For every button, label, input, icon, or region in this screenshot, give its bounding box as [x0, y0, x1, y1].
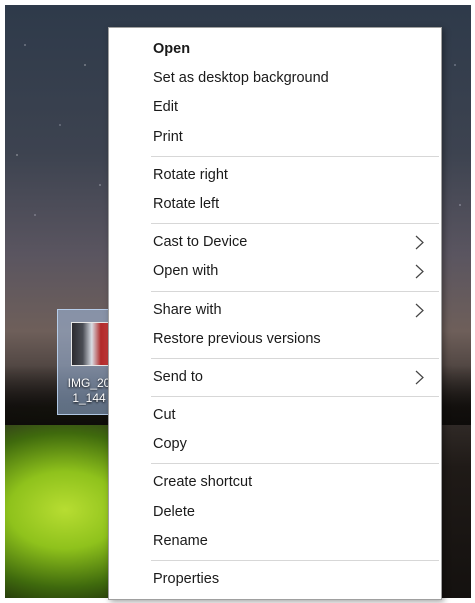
menu-item-label: Copy	[153, 436, 187, 453]
menu-item-label: Rename	[153, 532, 208, 549]
menu-item-label: Open with	[153, 263, 219, 280]
menu-item-edit[interactable]: Edit	[109, 93, 441, 122]
menu-separator	[151, 290, 439, 292]
menu-item-label: Restore previous versions	[153, 330, 321, 347]
menu-item-label: Open	[153, 41, 191, 57]
menu-item-label: Share with	[153, 301, 222, 318]
menu-item-delete[interactable]: Delete	[109, 498, 441, 527]
menu-item-label: Print	[153, 128, 183, 145]
menu-item-rotate-right[interactable]: Rotate right	[109, 161, 441, 190]
menu-item-share-with[interactable]: Share with	[109, 296, 441, 325]
menu-item-open[interactable]: Open	[109, 35, 441, 64]
menu-separator	[151, 223, 439, 225]
menu-item-open-with[interactable]: Open with	[109, 257, 441, 286]
menu-item-restore-previous-versions[interactable]: Restore previous versions	[109, 325, 441, 354]
menu-separator	[151, 463, 439, 465]
menu-separator	[151, 357, 439, 359]
chevron-right-icon	[415, 257, 429, 286]
menu-item-label: Rotate right	[153, 166, 228, 183]
menu-item-cast-to-device[interactable]: Cast to Device	[109, 228, 441, 257]
context-menu: Open Set as desktop background Edit Print Ro…	[108, 27, 442, 600]
chevron-right-icon	[415, 363, 429, 392]
menu-separator	[151, 396, 439, 398]
menu-item-label: Set as desktop background	[153, 70, 329, 87]
menu-item-create-shortcut[interactable]: Create shortcut	[109, 468, 441, 497]
menu-item-label: Rotate left	[153, 195, 220, 212]
chevron-right-icon	[415, 228, 429, 257]
menu-item-cut[interactable]: Cut	[109, 401, 441, 430]
chevron-right-icon	[415, 296, 429, 325]
menu-item-copy[interactable]: Copy	[109, 430, 441, 459]
menu-item-label: Cast to Device	[153, 234, 248, 251]
menu-item-label: Edit	[153, 99, 178, 116]
menu-item-rename[interactable]: Rename	[109, 527, 441, 556]
menu-item-properties[interactable]: Properties	[109, 565, 441, 594]
menu-separator	[151, 155, 439, 157]
menu-item-label: Cut	[153, 407, 176, 424]
menu-item-send-to[interactable]: Send to	[109, 363, 441, 392]
menu-item-print[interactable]: Print	[109, 123, 441, 152]
menu-item-label: Send to	[153, 368, 203, 385]
menu-item-label: Delete	[153, 503, 195, 520]
menu-separator	[151, 560, 439, 561]
menu-item-label: Properties	[153, 571, 220, 587]
menu-item-rotate-left[interactable]: Rotate left	[109, 190, 441, 219]
menu-item-set-as-desktop-background[interactable]: Set as desktop background	[109, 64, 441, 93]
menu-item-label: Create shortcut	[153, 474, 253, 491]
image-thumbnail-icon	[71, 322, 109, 366]
